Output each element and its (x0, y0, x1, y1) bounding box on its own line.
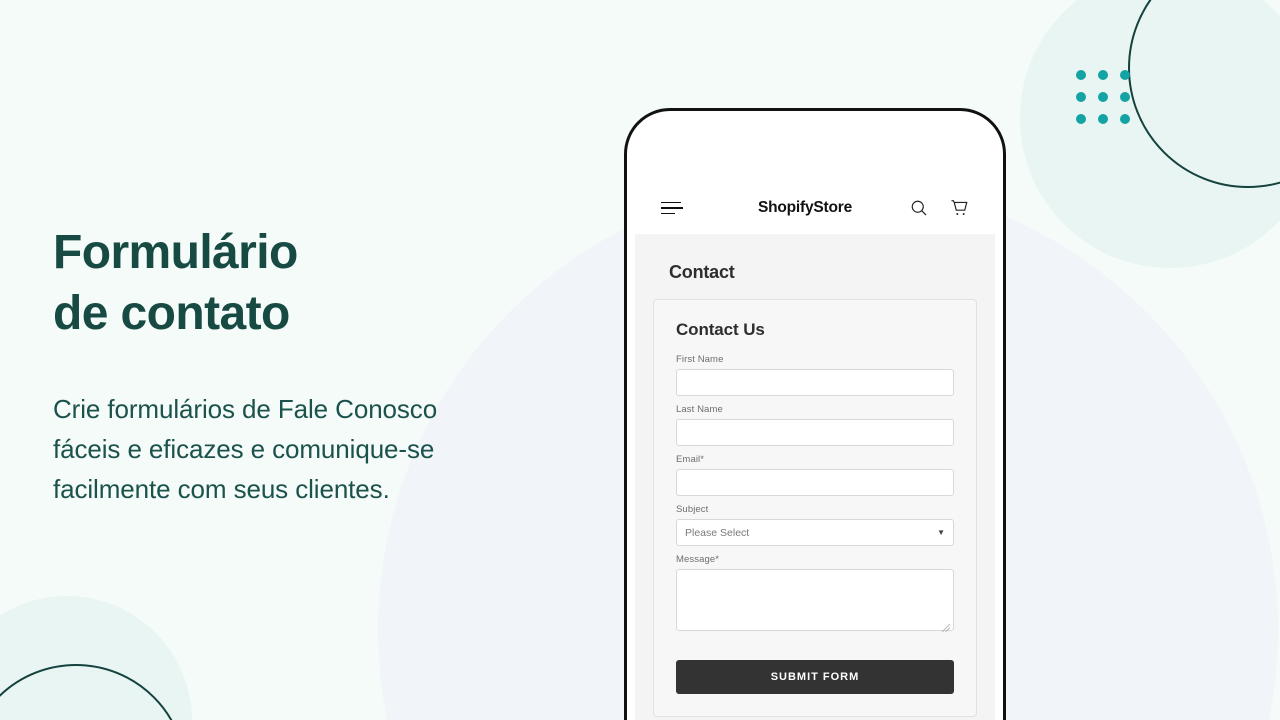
search-icon[interactable] (909, 198, 929, 218)
label-message: Message* (676, 554, 720, 565)
label-last-name: Last Name (676, 404, 723, 415)
hamburger-icon[interactable] (661, 201, 683, 215)
chevron-down-icon: ▼ (937, 527, 945, 537)
field-subject: Subject Please Select ▼ (676, 504, 954, 546)
dot-grid-icon (1076, 70, 1130, 124)
hero-copy: Formulário de contato Crie formulários d… (53, 222, 593, 509)
subject-select[interactable]: Please Select ▼ (676, 519, 954, 546)
dot (1120, 70, 1130, 80)
phone-screen: ShopifyStore Contact Contact Us First Na… (635, 119, 995, 720)
label-subject: Subject (676, 504, 709, 515)
dot (1098, 114, 1108, 124)
field-first-name: First Name (676, 354, 954, 396)
hero-subtitle: Crie formulários de Fale Conosco fáceis … (53, 394, 438, 504)
dot (1098, 70, 1108, 80)
subject-select-value: Please Select (676, 519, 954, 546)
store-name: ShopifyStore (757, 199, 853, 216)
store-header: ShopifyStore (635, 119, 995, 234)
cart-icon[interactable] (949, 198, 969, 218)
dot (1076, 70, 1086, 80)
dot (1076, 114, 1086, 124)
contact-form-card: Contact Us First Name Last Name Email* S… (653, 299, 977, 717)
message-textarea[interactable] (676, 569, 954, 631)
first-name-input[interactable] (676, 369, 954, 396)
email-input[interactable] (676, 469, 954, 496)
store-page-body: Contact Contact Us First Name Last Name … (635, 234, 995, 720)
dot (1120, 92, 1130, 102)
field-last-name: Last Name (676, 404, 954, 446)
contact-page-title: Contact (669, 262, 735, 282)
dot (1120, 114, 1130, 124)
dot (1076, 92, 1086, 102)
submit-form-button[interactable]: SUBMIT FORM (676, 660, 954, 694)
label-first-name: First Name (676, 354, 724, 365)
phone-mockup: ShopifyStore Contact Contact Us First Na… (624, 108, 1006, 720)
label-email: Email* (676, 454, 705, 465)
dot (1098, 92, 1108, 102)
field-message: Message* (676, 554, 954, 636)
last-name-input[interactable] (676, 419, 954, 446)
field-email: Email* (676, 454, 954, 496)
slide-canvas: Formulário de contato Crie formulários d… (0, 0, 1280, 720)
page-title: Formulário de contato (53, 226, 298, 340)
form-heading: Contact Us (676, 320, 765, 339)
